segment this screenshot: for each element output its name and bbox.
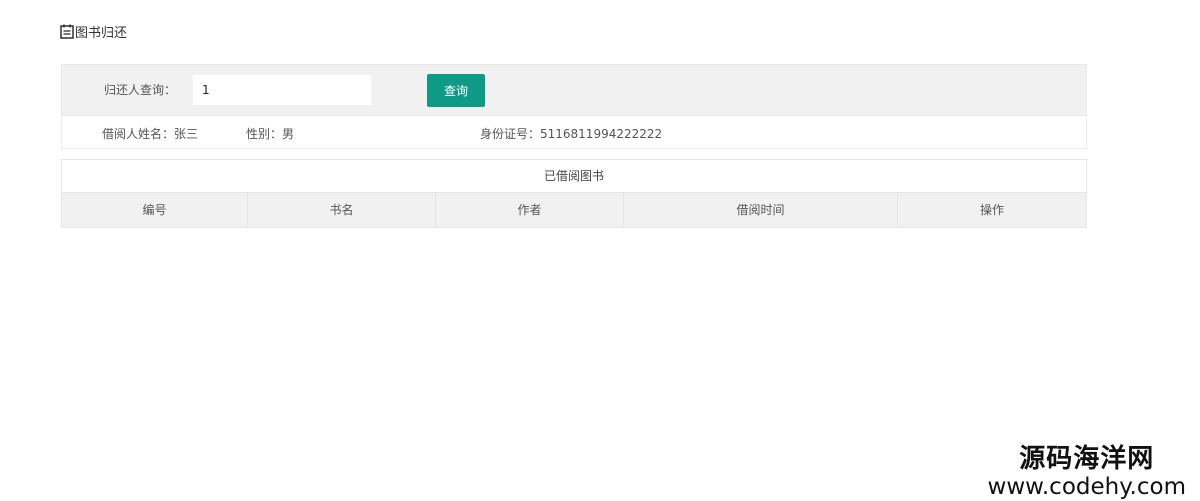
borrower-name: 借阅人姓名：张三	[102, 127, 199, 141]
search-button[interactable]: 查询	[427, 74, 485, 107]
watermark-url: www.codehy.com	[987, 474, 1186, 500]
column-header-borrow-time: 借阅时间	[624, 193, 898, 227]
search-input[interactable]	[192, 74, 372, 106]
search-bar: 归还人查询： 查询	[61, 64, 1087, 116]
watermark-name: 源码海洋网	[1019, 444, 1155, 474]
watermark: 源码海洋网 www.codehy.com	[988, 444, 1186, 500]
borrowed-books-title: 已借阅图书	[61, 159, 1087, 193]
borrowed-table-header: 编号 书名 作者 借阅时间 操作	[61, 193, 1087, 228]
column-header-action: 操作	[979, 203, 1004, 217]
column-header-author: 作者	[436, 193, 624, 227]
notepad-icon	[60, 24, 74, 39]
page-title-text: 图书归还	[75, 25, 128, 41]
borrower-info: 借阅人姓名：张三 性别：男 身份证号：5116811994222222	[61, 117, 1087, 149]
column-header-id: 编号	[62, 193, 248, 227]
borrower-id-number: 身份证号：5116811994222222	[480, 127, 663, 141]
borrower-gender: 性别：男	[246, 127, 295, 141]
search-label: 归还人查询：	[104, 83, 177, 97]
page-title: 图书归还	[60, 22, 128, 41]
column-header-title: 书名	[248, 193, 436, 227]
